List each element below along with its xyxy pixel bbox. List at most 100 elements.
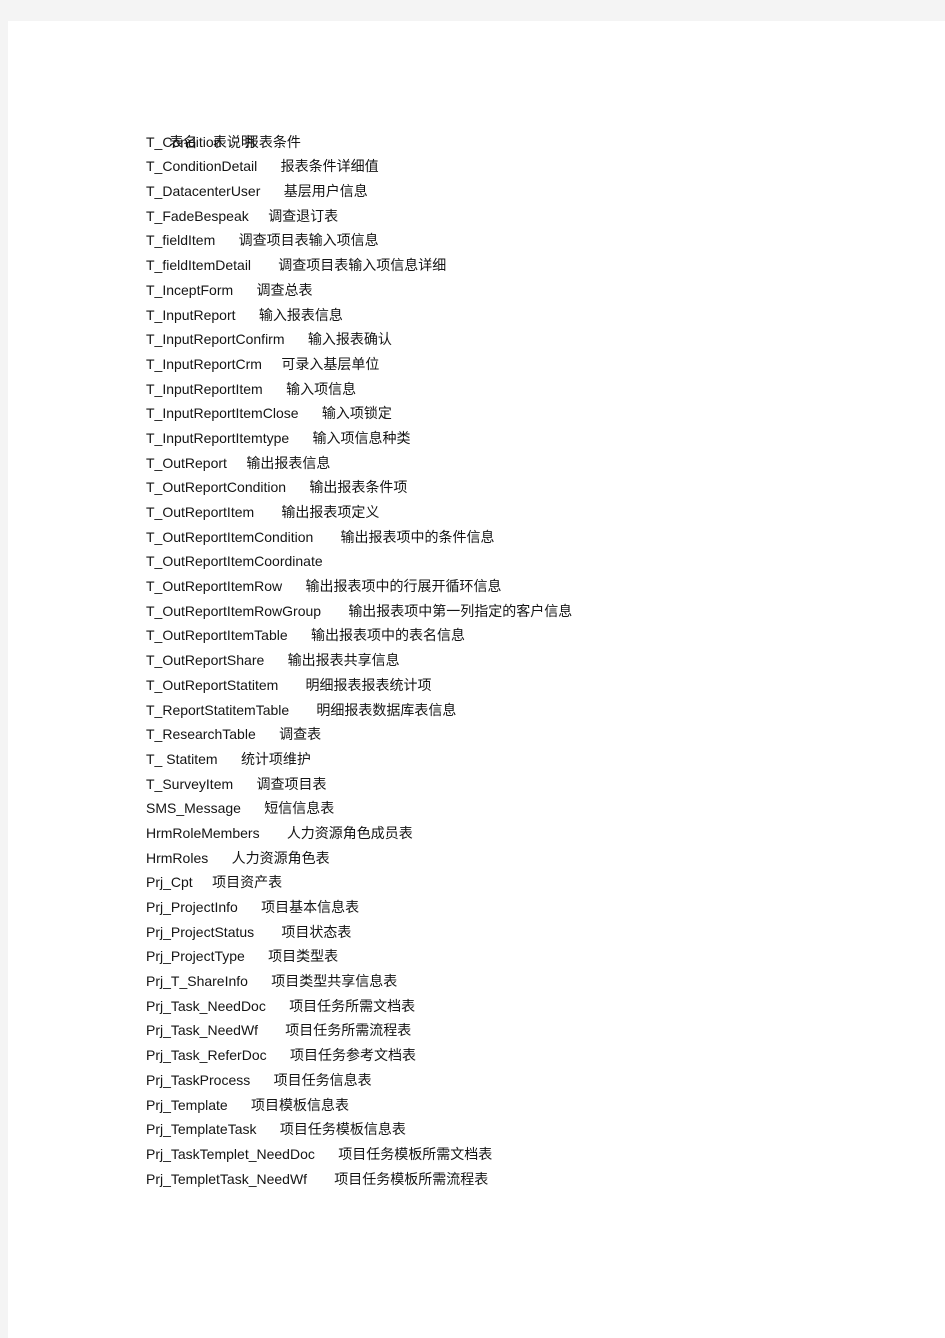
document-text-body: 表名 表说明 T_Condition 报表条件 T_ConditionDetail… [146, 105, 936, 1191]
column-gap [250, 1072, 273, 1088]
table-description: 统计项维护 [240, 750, 311, 767]
table-row: T_OutReportItemCoordinate [146, 549, 936, 574]
table-description: 报表条件详细值 [280, 158, 379, 175]
table-description: 输入报表信息 [258, 306, 343, 323]
table-description: 调查表 [279, 726, 322, 743]
table-name: T_OutReportShare [146, 652, 265, 669]
table-row: Prj_Task_NeedWf 项目任务所需流程表 [146, 1018, 936, 1043]
column-gap [285, 331, 308, 347]
column-gap [262, 356, 281, 372]
column-gap [208, 850, 231, 866]
table-row: T_OutReportStatitem 明细报表报表统计项 [146, 673, 936, 698]
table-row: T_InputReportItemClose 输入项锁定 [146, 401, 936, 426]
table-name: T_fieldItemDetail [146, 257, 252, 274]
column-gap [193, 874, 212, 890]
column-gap [267, 1047, 290, 1063]
table-name: Prj_ProjectStatus [146, 923, 255, 940]
table-description: 项目任务所需流程表 [285, 1022, 412, 1039]
table-row: HrmRoles 人力资源角色表 [146, 846, 936, 871]
table-name: T_OutReportCondition [146, 479, 287, 496]
table-name: T_ResearchTable [146, 726, 256, 743]
table-row: T_InputReportItemtype 输入项信息种类 [146, 426, 936, 451]
table-name: HrmRoles [146, 849, 209, 866]
table-description: 调查项目表 [256, 775, 327, 792]
table-name: Prj_Task_NeedDoc [146, 997, 266, 1014]
table-description: 项目资产表 [212, 874, 283, 891]
table-description: 报表条件 [244, 133, 301, 150]
table-row: T_fieldItem 调查项目表输入项信息 [146, 228, 936, 253]
table-row: Prj_TaskTemplet_NeedDoc 项目任务模板所需文档表 [146, 1142, 936, 1167]
table-name: HrmRoleMembers [146, 824, 260, 841]
table-description: 可录入基层单位 [281, 355, 380, 372]
table-description: 项目任务信息表 [273, 1071, 372, 1088]
column-gap [248, 973, 271, 989]
table-row: SMS_Message 短信信息表 [146, 796, 936, 821]
table-name: Prj_T_ShareInfo [146, 973, 248, 990]
column-gap [257, 158, 280, 174]
table-name: T_InputReportCrm [146, 355, 262, 372]
table-description: 项目任务模板所需文档表 [338, 1145, 493, 1162]
table-description: 项目类型共享信息表 [271, 973, 398, 990]
table-name: Prj_Template [146, 1096, 228, 1113]
column-gap [260, 183, 283, 199]
table-name: T_OutReportStatitem [146, 676, 279, 693]
table-row: Prj_Cpt 项目资产表 [146, 870, 936, 895]
column-gap [307, 1171, 334, 1187]
table-name: T_OutReportItemCondition [146, 528, 314, 545]
table-row: T_OutReportItemRowGroup 输出报表项中第一列指定的客户信息 [146, 599, 936, 624]
table-description: 输出报表共享信息 [287, 652, 400, 669]
table-row: T_InputReport 输入报表信息 [146, 303, 936, 328]
table-name: SMS_Message [146, 800, 241, 817]
table-name: T_InputReportItemClose [146, 405, 299, 422]
column-gap [233, 776, 256, 792]
column-gap [249, 208, 268, 224]
column-gap [289, 430, 312, 446]
table-row: T_SurveyItem 调查项目表 [146, 772, 936, 797]
column-gap [260, 825, 287, 841]
column-gap [251, 257, 278, 273]
table-name: Prj_TaskProcess [146, 1071, 251, 1088]
table-name: T_OutReport [146, 454, 227, 471]
table-name: T_InputReportItem [146, 380, 263, 397]
column-gap [222, 134, 245, 150]
column-gap [315, 1146, 338, 1162]
table-row: Prj_T_ShareInfo 项目类型共享信息表 [146, 969, 936, 994]
column-gap [233, 282, 256, 298]
table-row: Prj_ProjectStatus 项目状态表 [146, 920, 936, 945]
column-gap [263, 381, 286, 397]
table-name: T_InceptForm [146, 281, 234, 298]
table-description: 项目任务所需文档表 [289, 997, 416, 1014]
table-description: 输入项锁定 [321, 405, 392, 422]
table-description: 输出报表项中的条件信息 [340, 528, 495, 545]
column-gap [299, 405, 322, 421]
table-name: T_OutReportItemRowGroup [146, 602, 322, 619]
table-name: Prj_ProjectType [146, 948, 245, 965]
column-gap [218, 751, 241, 767]
column-gap [266, 998, 289, 1014]
table-description: 明细报表数据库表信息 [316, 701, 457, 718]
table-row: Prj_TaskProcess 项目任务信息表 [146, 1068, 936, 1093]
table-row: Prj_Task_NeedDoc 项目任务所需文档表 [146, 994, 936, 1019]
table-row: T_ReportStatitemTable 明细报表数据库表信息 [146, 698, 936, 723]
column-gap [264, 652, 287, 668]
table-description: 输出报表项中的表名信息 [310, 627, 465, 644]
table-row: T_ Statitem 统计项维护 [146, 747, 936, 772]
table-row: Prj_TempletTask_NeedWf 项目任务模板所需流程表 [146, 1167, 936, 1192]
table-row: HrmRoleMembers 人力资源角色成员表 [146, 821, 936, 846]
table-description: 项目基本信息表 [261, 899, 360, 915]
table-row: T_InputReportItem 输入项信息 [146, 377, 936, 402]
table-row: T_ResearchTable 调查表 [146, 722, 936, 747]
table-name: T_OutReportItemRow [146, 578, 283, 595]
column-gap [245, 948, 268, 964]
table-description: 输出报表项中的行展开循环信息 [305, 578, 502, 595]
table-name: Prj_Task_ReferDoc [146, 1047, 267, 1064]
table-description: 调查退订表 [268, 207, 339, 224]
column-gap [282, 578, 305, 594]
table-header-line: 表名 表说明 [146, 105, 936, 150]
table-description: 项目任务参考文档表 [289, 1047, 416, 1064]
table-name: T_SurveyItem [146, 775, 234, 792]
table-row: T_FadeBespeak 调查退订表 [146, 204, 936, 229]
table-name: T_ Statitem [146, 750, 218, 767]
table-row: Prj_ProjectType 项目类型表 [146, 944, 936, 969]
table-row: T_ConditionDetail 报表条件详细值 [146, 154, 936, 179]
